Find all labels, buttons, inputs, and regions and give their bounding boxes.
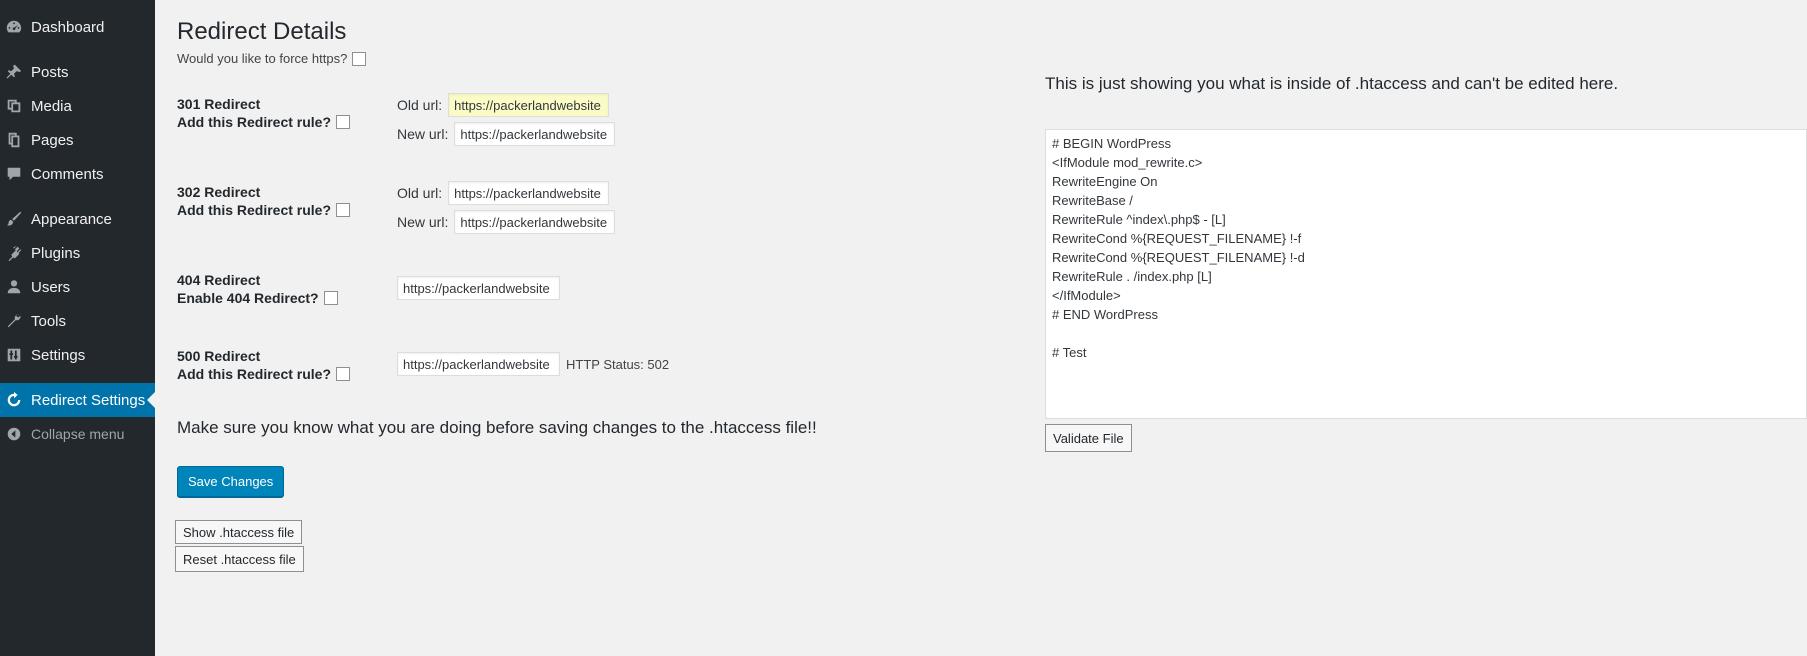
redirect-301-new-url-input[interactable]: https://packerlandwebsite <box>454 122 616 146</box>
user-icon <box>4 277 24 297</box>
collapse-icon <box>4 424 24 444</box>
force-https-row: Would you like to force https? <box>177 51 367 66</box>
sidebar-item-label: Dashboard <box>31 18 105 36</box>
redirect-500-url-input[interactable]: https://packerlandwebsite <box>397 352 560 376</box>
comment-icon <box>4 164 24 184</box>
redirect-404-checkbox[interactable] <box>323 291 338 305</box>
redirect-301-rule-row: Add this Redirect rule? <box>177 113 351 131</box>
redirect-500-rule-row: Add this Redirect rule? <box>177 365 351 383</box>
htaccess-line: RewriteCond %{REQUEST_FILENAME} !-d <box>1052 250 1305 265</box>
htaccess-line: RewriteRule ^index\.php$ - [L] <box>1052 212 1226 227</box>
warning-text: Make sure you know what you are doing be… <box>177 418 817 437</box>
sliders-icon <box>4 345 24 365</box>
sidebar-item-label: Settings <box>31 346 86 364</box>
redirect-301-label: 301 Redirect Add this Redirect rule? <box>177 95 351 131</box>
htaccess-line: RewriteBase / <box>1052 193 1133 208</box>
redirect-404-rule-label: Enable 404 Redirect? <box>177 290 319 306</box>
force-https-checkbox[interactable] <box>352 51 367 66</box>
sidebar-item-label: Redirect Settings <box>31 391 146 409</box>
pages-icon <box>4 130 24 150</box>
sidebar-item-pages[interactable]: Pages <box>0 123 155 157</box>
sidebar-item-media[interactable]: Media <box>0 89 155 123</box>
redirect-302-old-row: Old url: https://packerlandwebsite <box>397 181 610 205</box>
redirect-302-label: 302 Redirect Add this Redirect rule? <box>177 183 351 219</box>
reset-htaccess-button[interactable]: Reset .htaccess file <box>175 546 304 572</box>
page-title: Redirect Details <box>177 18 347 45</box>
htaccess-line: RewriteEngine On <box>1052 174 1158 189</box>
redirect-302-rule-row: Add this Redirect rule? <box>177 201 351 219</box>
redirect-500-title: 500 Redirect <box>177 348 261 364</box>
redirect-500-rule-label: Add this Redirect rule? <box>177 366 332 382</box>
sidebar-item-label: Appearance <box>31 210 112 228</box>
htaccess-line: </IfModule> <box>1052 288 1121 303</box>
sidebar-item-appearance[interactable]: Appearance <box>0 202 155 236</box>
redirect-301-title: 301 Redirect <box>177 96 261 112</box>
dashboard-icon <box>4 17 24 37</box>
sidebar-item-tools[interactable]: Tools <box>0 304 155 338</box>
htaccess-line: RewriteCond %{REQUEST_FILENAME} !-f <box>1052 231 1302 246</box>
brush-icon <box>4 209 24 229</box>
htaccess-line: <IfModule mod_rewrite.c> <box>1052 155 1203 170</box>
sidebar-item-label: Posts <box>31 63 69 81</box>
refresh-icon <box>4 390 24 410</box>
sidebar-item-label: Collapse menu <box>31 426 125 442</box>
sidebar-item-collapse-menu[interactable]: Collapse menu <box>0 417 155 451</box>
http-status-text: HTTP Status: 502 <box>566 356 670 372</box>
htaccess-line: # BEGIN WordPress <box>1052 136 1171 151</box>
redirect-302-old-url-input[interactable]: https://packerlandwebsite <box>448 181 610 205</box>
htaccess-line: RewriteRule . /index.php [L] <box>1052 269 1212 284</box>
sidebar-item-settings[interactable]: Settings <box>0 338 155 372</box>
validate-file-button[interactable]: Validate File <box>1045 424 1132 452</box>
wrench-icon <box>4 311 24 331</box>
new-url-label: New url: <box>397 126 449 142</box>
pin-icon <box>4 62 24 82</box>
admin-sidebar: Dashboard Posts Media Pages Comments App… <box>0 0 155 656</box>
redirect-500-checkbox[interactable] <box>336 367 351 381</box>
save-changes-button[interactable]: Save Changes <box>177 466 285 497</box>
force-https-label: Would you like to force https? <box>177 51 348 66</box>
show-htaccess-button[interactable]: Show .htaccess file <box>175 520 303 544</box>
sidebar-item-label: Users <box>31 278 71 296</box>
sidebar-item-posts[interactable]: Posts <box>0 55 155 89</box>
redirect-302-new-url-input[interactable]: https://packerlandwebsite <box>454 210 616 234</box>
sidebar-item-label: Plugins <box>31 244 81 262</box>
redirect-404-label: 404 Redirect Enable 404 Redirect? <box>177 271 338 307</box>
sidebar-item-label: Media <box>31 97 72 115</box>
redirect-404-title: 404 Redirect <box>177 272 261 288</box>
htaccess-line: # Test <box>1052 345 1087 360</box>
sidebar-item-redirect-settings[interactable]: Redirect Settings <box>0 383 155 417</box>
sidebar-item-comments[interactable]: Comments <box>0 157 155 191</box>
htaccess-info-text: This is just showing you what is inside … <box>1045 74 1619 93</box>
htaccess-content-box: # BEGIN WordPress <IfModule mod_rewrite.… <box>1045 129 1807 419</box>
new-url-label: New url: <box>397 214 449 230</box>
old-url-label: Old url: <box>397 97 443 113</box>
sidebar-item-users[interactable]: Users <box>0 270 155 304</box>
redirect-302-title: 302 Redirect <box>177 184 261 200</box>
redirect-404-url-input[interactable]: https://packerlandwebsite <box>397 276 560 300</box>
redirect-404-rule-row: Enable 404 Redirect? <box>177 289 338 307</box>
redirect-301-old-row: Old url: https://packerlandwebsite <box>397 93 610 117</box>
redirect-301-rule-label: Add this Redirect rule? <box>177 114 332 130</box>
redirect-301-checkbox[interactable] <box>336 115 351 129</box>
redirect-500-url-row: https://packerlandwebsite HTTP Status: 5… <box>397 352 669 376</box>
htaccess-line <box>1052 324 1800 343</box>
sidebar-item-plugins[interactable]: Plugins <box>0 236 155 270</box>
sidebar-item-label: Tools <box>31 312 67 330</box>
redirect-302-checkbox[interactable] <box>336 203 351 217</box>
htaccess-line: # END WordPress <box>1052 307 1158 322</box>
old-url-label: Old url: <box>397 185 443 201</box>
redirect-302-new-row: New url: https://packerlandwebsite <box>397 210 616 234</box>
media-icon <box>4 96 24 116</box>
redirect-301-new-row: New url: https://packerlandwebsite <box>397 122 616 146</box>
redirect-301-old-url-input[interactable]: https://packerlandwebsite <box>448 93 610 117</box>
plug-icon <box>4 243 24 263</box>
redirect-404-url-row: https://packerlandwebsite <box>397 276 560 300</box>
redirect-500-label: 500 Redirect Add this Redirect rule? <box>177 347 351 383</box>
sidebar-item-label: Comments <box>31 165 104 183</box>
redirect-302-rule-label: Add this Redirect rule? <box>177 202 332 218</box>
sidebar-item-label: Pages <box>31 131 74 149</box>
sidebar-item-dashboard[interactable]: Dashboard <box>0 10 155 44</box>
